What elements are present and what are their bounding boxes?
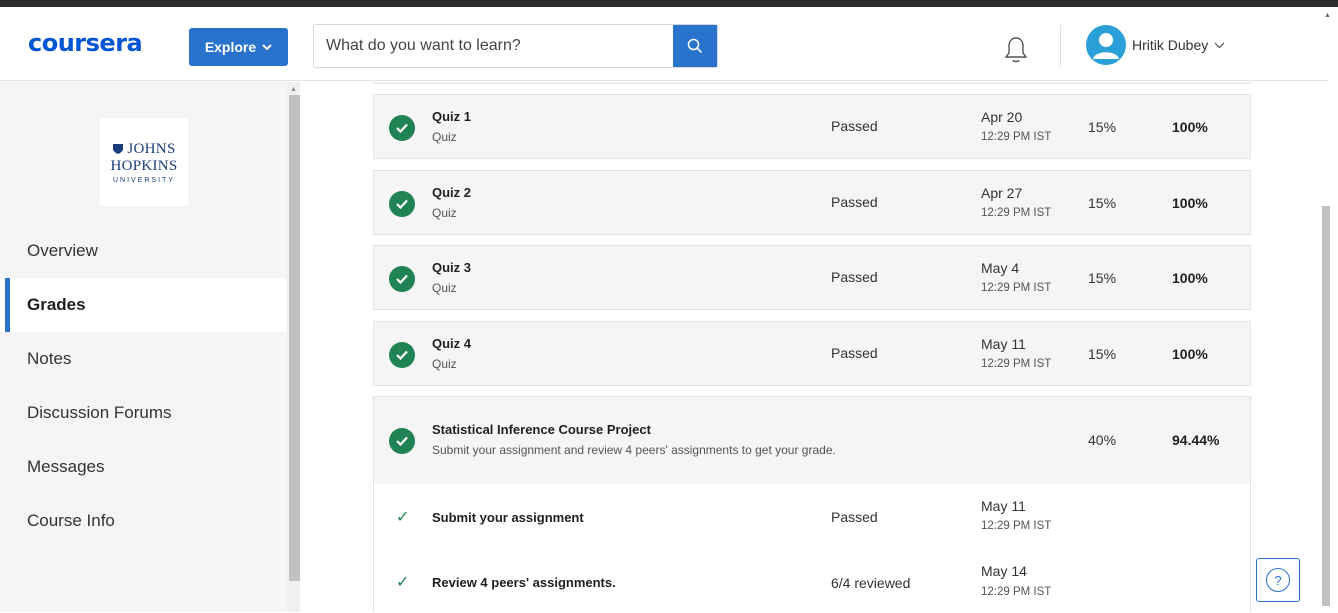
page-scrollbar-thumb[interactable] xyxy=(1322,206,1330,606)
chevron-down-icon xyxy=(262,44,272,51)
item-status: Passed xyxy=(831,118,878,134)
chevron-down-icon xyxy=(1214,42,1225,48)
check-circle-icon xyxy=(389,342,415,368)
subtask-status: 6/4 reviewed xyxy=(831,575,911,591)
check-circle-icon xyxy=(389,266,415,292)
project-title[interactable]: Statistical Inference Course Project xyxy=(432,422,651,437)
scroll-up-arrow-icon[interactable]: ▲ xyxy=(1324,12,1331,19)
subtask-due-date: May 14 xyxy=(981,563,1027,579)
university-name-line2: HOPKINS xyxy=(110,157,178,174)
sidebar-item-overview[interactable]: Overview xyxy=(0,224,286,278)
grades-main: Quiz 1 Quiz Passed Apr 20 12:29 PM IST 1… xyxy=(300,82,1328,613)
item-due-date: Apr 27 xyxy=(981,185,1023,201)
scroll-up-arrow-icon[interactable]: ▲ xyxy=(290,86,297,93)
sidebar-item-grades[interactable]: Grades xyxy=(0,278,286,332)
check-circle-icon xyxy=(389,191,415,217)
subtask-title[interactable]: Submit your assignment xyxy=(432,510,584,525)
sidebar-item-notes[interactable]: Notes xyxy=(0,332,286,386)
subtask-due-time: 12:29 PM IST xyxy=(981,520,1052,532)
item-title[interactable]: Quiz 2 xyxy=(432,185,471,200)
item-type: Quiz xyxy=(432,130,457,144)
university-name-line1: JOHNS xyxy=(127,140,176,157)
item-due-date: May 4 xyxy=(981,260,1020,276)
item-type: Quiz xyxy=(432,281,457,295)
item-due-date: May 11 xyxy=(981,336,1026,352)
item-grade: 100% xyxy=(1172,270,1208,286)
user-silhouette-icon xyxy=(1093,33,1119,59)
check-circle-icon xyxy=(389,428,415,454)
item-type: Quiz xyxy=(432,357,457,371)
grade-row-quiz-1[interactable]: Quiz 1 Quiz Passed Apr 20 12:29 PM IST 1… xyxy=(373,94,1251,159)
help-icon: ? xyxy=(1266,568,1290,592)
item-grade: 100% xyxy=(1172,195,1208,211)
grade-row-course-project[interactable]: Statistical Inference Course Project Sub… xyxy=(374,397,1250,484)
item-due-time: 12:29 PM IST xyxy=(981,358,1052,370)
item-due-time: 12:29 PM IST xyxy=(981,207,1052,219)
subtask-due-date: May 11 xyxy=(981,498,1026,514)
subtask-row-submit[interactable]: ✓ Submit your assignment Passed May 11 1… xyxy=(374,485,1250,549)
avatar xyxy=(1086,25,1126,65)
help-button[interactable]: ? xyxy=(1256,558,1300,602)
item-title[interactable]: Quiz 4 xyxy=(432,336,471,351)
user-name: Hritik Dubey xyxy=(1132,37,1209,53)
item-status: Passed xyxy=(831,345,878,361)
project-grade: 94.44% xyxy=(1172,432,1220,448)
window-top-border xyxy=(0,0,1338,7)
header-divider xyxy=(1060,25,1061,67)
grade-row-quiz-4[interactable]: Quiz 4 Quiz Passed May 11 12:29 PM IST 1… xyxy=(373,321,1251,386)
item-status: Passed xyxy=(831,269,878,285)
sidebar-item-discussion-forums[interactable]: Discussion Forums xyxy=(0,386,286,440)
subtask-row-review[interactable]: ✓ Review 4 peers' assignments. 6/4 revie… xyxy=(374,549,1250,613)
check-icon: ✓ xyxy=(396,574,410,591)
sidebar-item-course-info[interactable]: Course Info xyxy=(0,494,286,548)
project-group: Statistical Inference Course Project Sub… xyxy=(373,396,1251,613)
subtask-status: Passed xyxy=(831,509,878,525)
course-sidebar: JOHNS HOPKINS UNIVERSITY Overview Grades… xyxy=(0,82,300,612)
item-title[interactable]: Quiz 1 xyxy=(432,109,471,124)
grade-row-quiz-2[interactable]: Quiz 2 Quiz Passed Apr 27 12:29 PM IST 1… xyxy=(373,170,1251,235)
university-logo[interactable]: JOHNS HOPKINS UNIVERSITY xyxy=(100,118,188,206)
sidebar-scrollbar-thumb[interactable] xyxy=(289,95,300,581)
explore-label: Explore xyxy=(204,39,257,55)
subtask-title[interactable]: Review 4 peers' assignments. xyxy=(432,575,616,590)
previous-row-edge xyxy=(373,82,1251,84)
shield-icon xyxy=(113,144,124,154)
search-bar xyxy=(313,24,718,68)
check-icon: ✓ xyxy=(396,509,410,526)
item-weight: 15% xyxy=(1088,270,1117,286)
project-weight: 40% xyxy=(1088,432,1117,448)
coursera-logo[interactable]: coursera xyxy=(28,29,143,57)
item-due-time: 12:29 PM IST xyxy=(981,131,1052,143)
search-button[interactable] xyxy=(673,25,717,67)
item-weight: 15% xyxy=(1088,119,1117,135)
item-due-time: 12:29 PM IST xyxy=(981,282,1052,294)
top-header: coursera Explore Hritik Dubey xyxy=(0,7,1328,81)
user-menu[interactable]: Hritik Dubey xyxy=(1086,25,1225,65)
notification-bell-icon[interactable] xyxy=(1003,35,1029,65)
search-input[interactable] xyxy=(314,25,673,67)
item-grade: 100% xyxy=(1172,119,1208,135)
item-status: Passed xyxy=(831,194,878,210)
item-weight: 15% xyxy=(1088,346,1117,362)
item-type: Quiz xyxy=(432,206,457,220)
item-title[interactable]: Quiz 3 xyxy=(432,260,471,275)
item-weight: 15% xyxy=(1088,195,1117,211)
check-circle-icon xyxy=(389,115,415,141)
search-icon xyxy=(687,38,703,54)
project-description: Submit your assignment and review 4 peer… xyxy=(432,443,836,457)
university-name-line3: UNIVERSITY xyxy=(112,176,175,184)
item-due-date: Apr 20 xyxy=(981,109,1023,125)
grade-row-quiz-3[interactable]: Quiz 3 Quiz Passed May 4 12:29 PM IST 15… xyxy=(373,245,1251,310)
sidebar-item-messages[interactable]: Messages xyxy=(0,440,286,494)
item-grade: 100% xyxy=(1172,346,1208,362)
subtask-due-time: 12:29 PM IST xyxy=(981,586,1052,598)
explore-button[interactable]: Explore xyxy=(189,28,288,66)
